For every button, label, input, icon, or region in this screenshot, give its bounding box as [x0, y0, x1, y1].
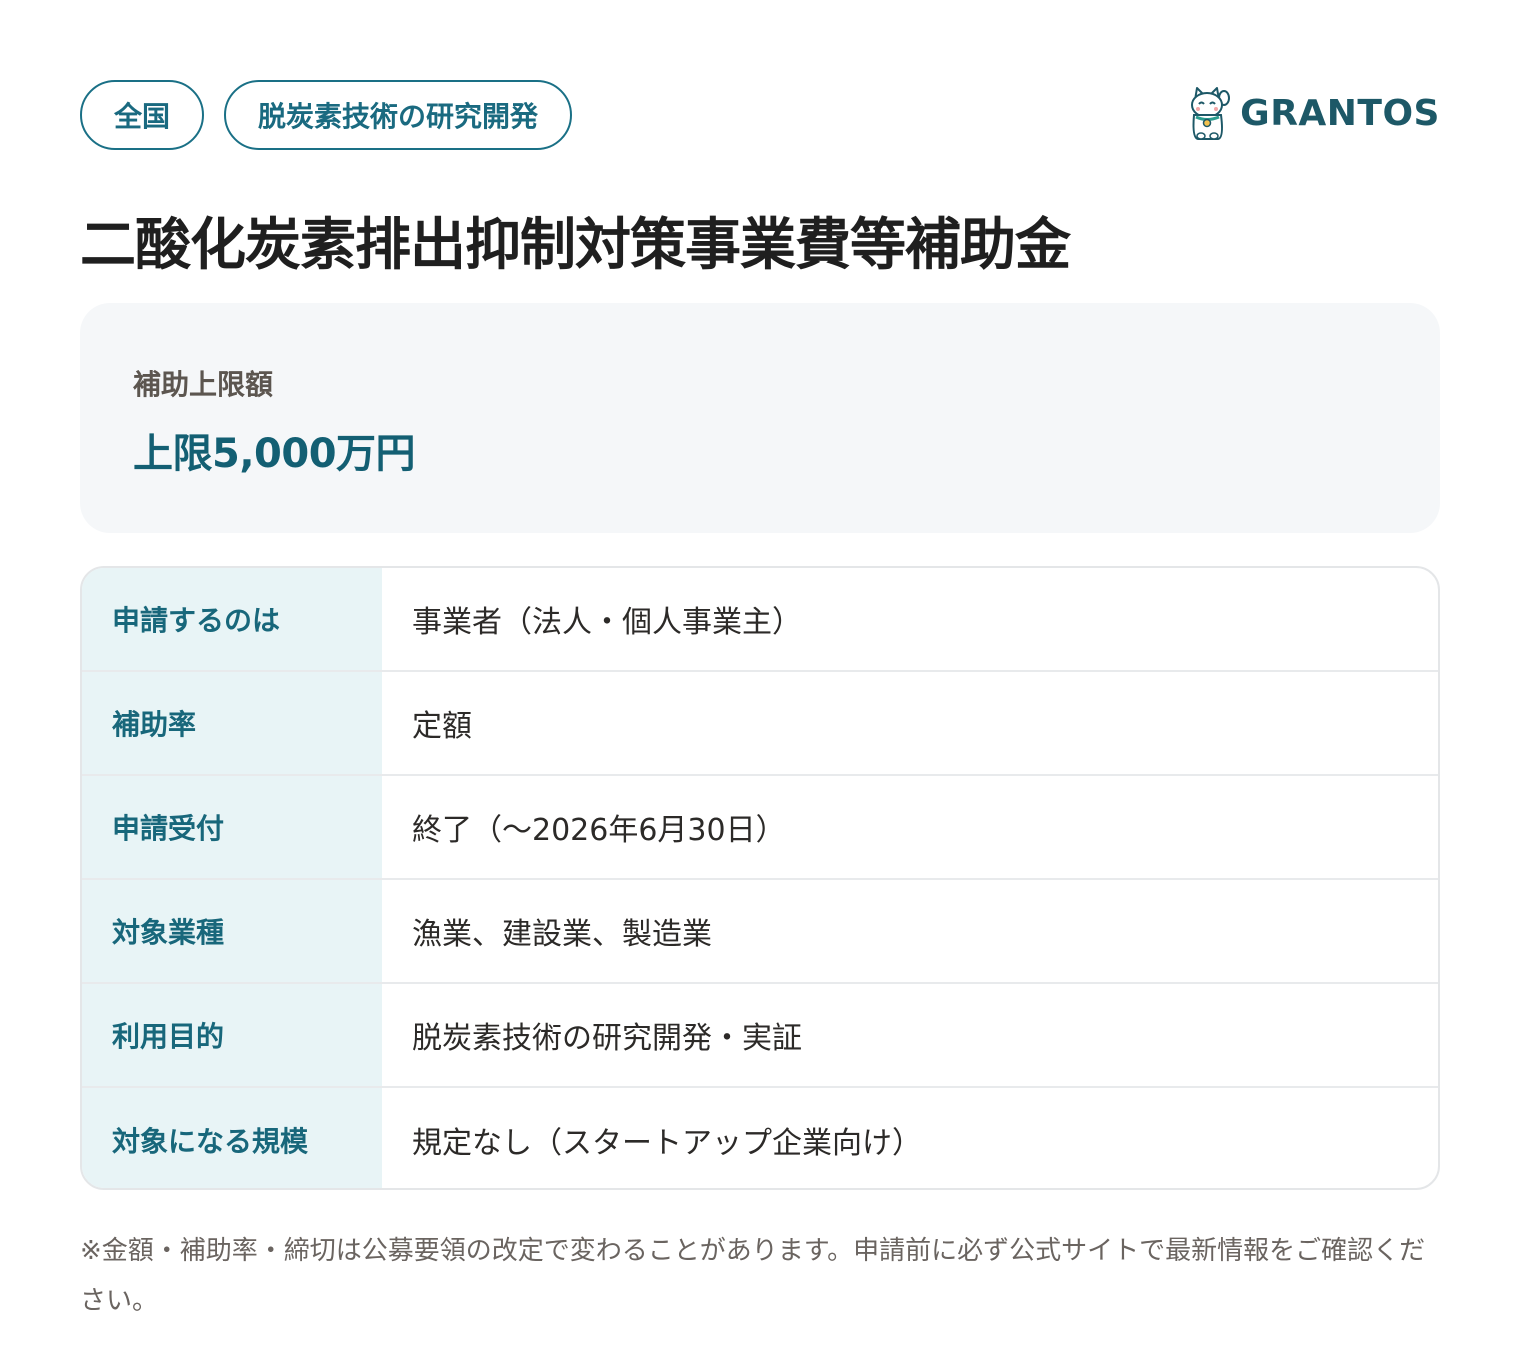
table-row: 申請するのは 事業者（法人・個人事業主）	[82, 568, 1438, 672]
disclaimer-note: ※金額・補助率・締切は公募要領の改定で変わることがあります。申請前に必ず公式サイ…	[80, 1236, 1426, 1316]
row-value: 漁業、建設業、製造業	[412, 917, 712, 952]
row-value: 定額	[412, 709, 472, 744]
row-key: 申請受付	[82, 776, 382, 878]
table-row: 申請受付 終了（〜2026年6月30日）	[82, 776, 1438, 880]
table-row: 対象業種 漁業、建設業、製造業	[82, 880, 1438, 984]
amount-value: 上限5,000万円	[133, 431, 416, 477]
info-table: 申請するのは 事業者（法人・個人事業主） 補助率 定額 申請受付 終了（〜202…	[80, 566, 1440, 1190]
row-key: 対象になる規模	[82, 1088, 382, 1188]
tag-list: 全国 脱炭素技術の研究開発	[80, 80, 573, 150]
row-key: 対象業種	[82, 880, 382, 982]
row-key: 利用目的	[82, 984, 382, 1086]
page-title: 二酸化炭素排出抑制対策事業費等補助金	[80, 213, 1071, 278]
row-key: 補助率	[82, 672, 382, 774]
table-row: 利用目的 脱炭素技術の研究開発・実証	[82, 984, 1438, 1088]
brand[interactable]: GRANTOS	[1186, 84, 1440, 142]
table-row: 対象になる規模 規定なし（スタートアップ企業向け）	[82, 1088, 1438, 1188]
row-key: 申請するのは	[82, 568, 382, 670]
row-value: 脱炭素技術の研究開発・実証	[412, 1021, 802, 1056]
maneki-neko-cat-icon	[1191, 87, 1231, 140]
row-value: 事業者（法人・個人事業主）	[412, 605, 802, 640]
brand-name: GRANTOS	[1240, 92, 1440, 134]
amount-card: 補助上限額 上限5,000万円	[80, 303, 1440, 533]
tag-region[interactable]: 全国	[80, 80, 205, 150]
table-row: 補助率 定額	[82, 672, 1438, 776]
tag-category[interactable]: 脱炭素技術の研究開発	[224, 80, 573, 150]
amount-label: 補助上限額	[133, 368, 274, 401]
row-value: 終了（〜2026年6月30日）	[412, 813, 786, 848]
row-value: 規定なし（スタートアップ企業向け）	[412, 1126, 922, 1161]
